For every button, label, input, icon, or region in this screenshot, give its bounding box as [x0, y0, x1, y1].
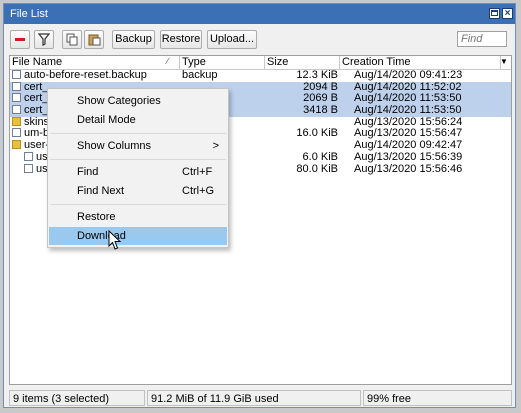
- mouse-pointer-icon: [108, 230, 122, 250]
- creation-time-cell: Aug/14/2020 09:42:47: [354, 140, 463, 152]
- file-icon: [12, 70, 21, 79]
- file-name: auto-before-reset.backup: [24, 70, 147, 81]
- status-bar: 9 items (3 selected) 91.2 MiB of 11.9 Gi…: [9, 390, 512, 406]
- size-cell: 12.3 KiB: [296, 70, 338, 81]
- file-name: user-: [24, 140, 50, 152]
- file-name: skins: [24, 116, 50, 128]
- column-header-file-name[interactable]: File Name: [10, 56, 180, 69]
- toolbar: Backup Restore Upload...: [4, 26, 515, 54]
- upload-button[interactable]: Upload...: [207, 30, 257, 49]
- backup-button[interactable]: Backup: [112, 30, 155, 49]
- menu-separator: [50, 204, 226, 205]
- file-icon: [12, 105, 21, 115]
- size-cell: 2069 B: [303, 93, 338, 105]
- menu-item-show-columns[interactable]: Show Columns >: [49, 137, 227, 155]
- title-bar[interactable]: File List ×: [4, 4, 515, 24]
- creation-time-cell: Aug/13/2020 15:56:24: [354, 116, 463, 128]
- creation-time-cell: Aug/13/2020 15:56:39: [354, 151, 463, 163]
- size-cell: 80.0 KiB: [296, 163, 338, 175]
- context-menu: Show Categories Detail Mode Show Columns…: [47, 88, 229, 248]
- file-icon: [24, 163, 33, 173]
- menu-item-find[interactable]: Find Ctrl+F: [49, 163, 227, 181]
- type-cell: backup: [182, 70, 218, 81]
- table-header: File Name ∕ Type Size Creation Time ▼: [10, 56, 511, 70]
- menu-item-download[interactable]: Download: [49, 227, 227, 245]
- close-icon[interactable]: ×: [502, 8, 513, 19]
- submenu-arrow-icon: >: [212, 140, 219, 152]
- column-header-creation-time[interactable]: Creation Time: [340, 56, 501, 69]
- creation-time-cell: Aug/13/2020 15:56:47: [354, 128, 463, 140]
- status-disk-used: 91.2 MiB of 11.9 GiB used: [147, 390, 361, 406]
- restore-button[interactable]: Restore: [160, 30, 202, 49]
- file-icon: [24, 151, 33, 161]
- file-icon: [12, 81, 21, 91]
- column-menu-icon[interactable]: ▼: [499, 56, 509, 68]
- menu-item-detail-mode[interactable]: Detail Mode: [49, 111, 227, 129]
- maximize-icon[interactable]: [489, 8, 500, 19]
- size-cell: 3418 B: [303, 105, 338, 117]
- table-row[interactable]: auto-before-reset.backup backup 12.3 KiB Au…: [10, 70, 511, 82]
- file-name: cert_: [24, 105, 49, 117]
- size-cell: 16.0 KiB: [296, 128, 338, 140]
- copy-button[interactable]: [62, 30, 82, 49]
- status-item-count: 9 items (3 selected): [9, 390, 145, 406]
- menu-item-restore[interactable]: Restore: [49, 208, 227, 226]
- file-name: us: [36, 163, 48, 175]
- window-title: File List: [10, 8, 48, 20]
- creation-time-cell: Aug/14/2020 11:53:50: [354, 93, 462, 105]
- creation-time-cell: Aug/13/2020 15:56:46: [354, 163, 463, 175]
- file-name: um-b: [24, 128, 50, 140]
- menu-item-show-categories[interactable]: Show Categories: [49, 92, 227, 110]
- file-icon: [12, 93, 21, 103]
- file-name: us: [36, 151, 48, 163]
- creation-time-cell: Aug/14/2020 11:52:02: [354, 81, 462, 93]
- file-name: cert_: [24, 81, 49, 93]
- menu-separator: [50, 159, 226, 160]
- paste-icon: [88, 34, 101, 46]
- menu-item-find-next[interactable]: Find Next Ctrl+G: [49, 182, 227, 200]
- find-input[interactable]: [457, 31, 507, 47]
- file-name: cert_: [24, 93, 49, 105]
- size-cell: 6.0 KiB: [302, 151, 338, 163]
- column-header-size[interactable]: Size: [265, 56, 340, 69]
- sort-ascending-icon: ∕: [167, 56, 169, 66]
- menu-separator: [50, 133, 226, 134]
- file-list-window: File List × Backup Restore Upload... Fil…: [3, 3, 516, 408]
- copy-icon: [66, 33, 78, 46]
- column-header-type[interactable]: Type: [180, 56, 265, 69]
- creation-time-cell: Aug/14/2020 09:41:23: [354, 70, 463, 81]
- filter-icon: [38, 33, 50, 46]
- file-icon: [12, 128, 21, 138]
- remove-button[interactable]: [10, 30, 30, 49]
- folder-icon: [12, 140, 21, 150]
- folder-icon: [12, 116, 21, 126]
- size-cell: 2094 B: [303, 81, 338, 93]
- creation-time-cell: Aug/14/2020 11:53:50: [354, 105, 462, 117]
- filter-button[interactable]: [34, 30, 54, 49]
- paste-button[interactable]: [84, 30, 104, 49]
- status-disk-free: 99% free: [363, 390, 512, 406]
- file-name-cell: auto-before-reset.backup: [12, 70, 178, 82]
